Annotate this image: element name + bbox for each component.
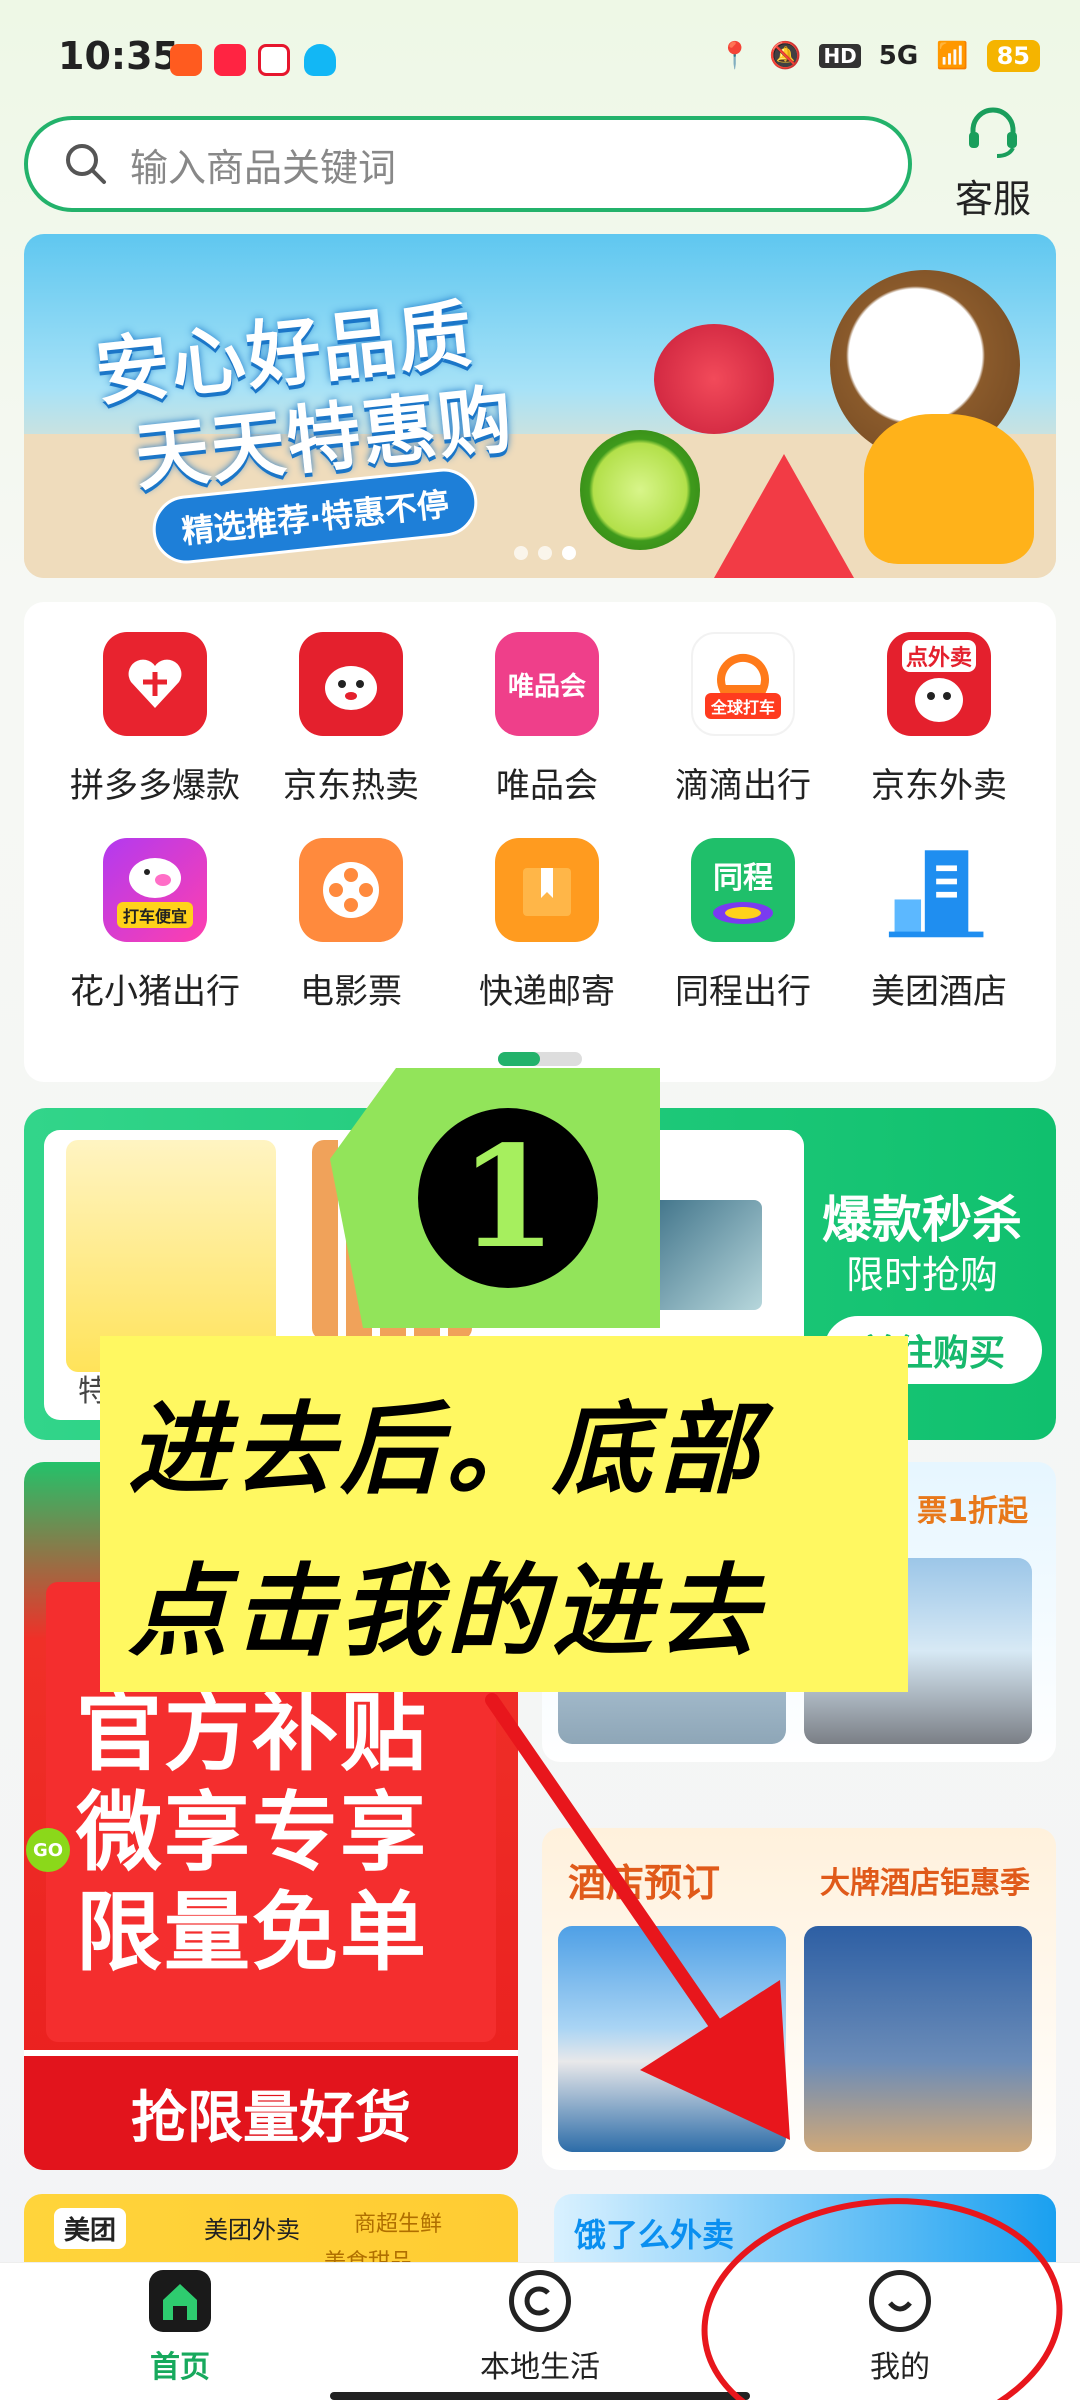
annotation-arrow bbox=[485, 1693, 1063, 2400]
